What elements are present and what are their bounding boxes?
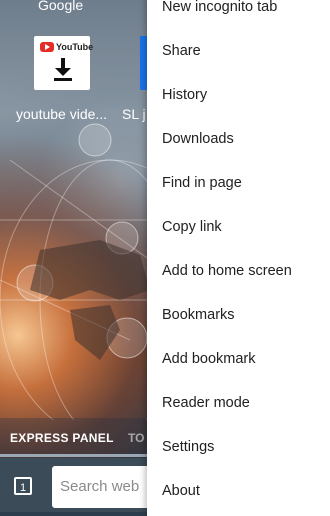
menu-item-bookmarks[interactable]: Bookmarks xyxy=(162,307,235,323)
search-input[interactable]: Search web xyxy=(52,466,162,508)
speed-dial-label-2: SL j xyxy=(122,106,146,122)
menu-item-copy-link[interactable]: Copy link xyxy=(162,219,222,235)
menu-item-share[interactable]: Share xyxy=(162,43,201,59)
menu-item-downloads[interactable]: Downloads xyxy=(162,131,234,147)
menu-item-new-incognito-tab[interactable]: New incognito tab xyxy=(162,0,277,15)
top-tile-label[interactable]: Google xyxy=(38,0,83,13)
menu-item-settings[interactable]: Settings xyxy=(162,439,214,455)
youtube-play-icon xyxy=(40,42,54,52)
menu-item-add-to-home-screen[interactable]: Add to home screen xyxy=(162,263,292,279)
tab-express-panel[interactable]: EXPRESS PANEL xyxy=(10,431,114,445)
tabs-count-button[interactable]: 1 xyxy=(14,477,32,495)
speed-dial-tile-youtube[interactable]: YouTube xyxy=(34,36,93,90)
download-icon xyxy=(54,58,72,81)
speed-dial-label-youtube: youtube vide... xyxy=(16,106,108,122)
menu-item-add-bookmark[interactable]: Add bookmark xyxy=(162,351,256,367)
youtube-logo-text: YouTube xyxy=(56,42,94,52)
menu-item-history[interactable]: History xyxy=(162,87,207,103)
tab-indicator xyxy=(0,454,150,457)
menu-item-reader-mode[interactable]: Reader mode xyxy=(162,395,250,411)
menu-item-about[interactable]: About xyxy=(162,483,200,499)
youtube-logo: YouTube xyxy=(40,41,93,53)
menu-item-find-in-page[interactable]: Find in page xyxy=(162,175,242,191)
overflow-menu: New incognito tab Share History Download… xyxy=(147,0,330,516)
tab-secondary[interactable]: TO xyxy=(128,431,144,445)
search-placeholder: Search web xyxy=(60,478,140,495)
